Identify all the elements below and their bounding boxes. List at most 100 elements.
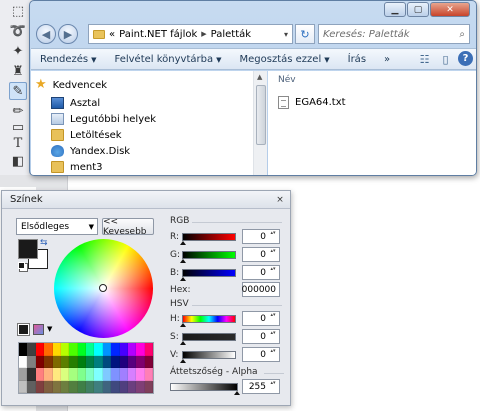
palette-swatch[interactable] [102, 343, 112, 356]
palette-swatch[interactable] [136, 380, 145, 393]
help-icon[interactable]: ? [458, 51, 473, 66]
scroll-up-icon[interactable]: ▲ [257, 73, 262, 81]
slider-handle[interactable] [180, 341, 186, 345]
palette-swatch[interactable] [19, 343, 28, 356]
alpha-input[interactable]: 255 [242, 379, 280, 394]
palette-swatch[interactable] [27, 355, 36, 368]
hue-slider[interactable] [180, 315, 236, 327]
palette-swatch[interactable] [94, 368, 103, 381]
palette-swatch[interactable] [102, 368, 112, 381]
palette-swatch[interactable] [19, 368, 28, 381]
blue-slider[interactable] [180, 269, 236, 281]
select-icon[interactable]: ⬚ [9, 2, 27, 20]
saturation-slider[interactable] [180, 333, 236, 345]
palette-swatch[interactable] [19, 380, 28, 393]
palette-swatch[interactable] [52, 343, 61, 356]
palette-swatch[interactable] [86, 355, 95, 368]
palette-swatch[interactable] [35, 380, 45, 393]
primary-secondary-select[interactable]: Elsődleges ▼ [16, 218, 98, 235]
nav-scrollbar[interactable]: ▲ [253, 71, 267, 175]
palette-swatch[interactable] [44, 343, 53, 356]
view-options-icon[interactable]: ☷ [416, 51, 433, 67]
primary-color-swatch[interactable] [18, 239, 38, 259]
stamp-icon[interactable]: ♜ [9, 62, 27, 80]
minimize-button[interactable]: ▁ [384, 2, 406, 17]
nav-item-recent-places[interactable]: Legutóbbi helyek [51, 111, 156, 127]
palette-swatch[interactable] [77, 355, 86, 368]
palette-swatch[interactable] [86, 368, 95, 381]
nav-item-downloads[interactable]: Letöltések [51, 127, 122, 143]
green-input[interactable]: 0 [242, 247, 280, 262]
include-in-library-menu[interactable]: Felvétel könyvtárba ▼ [106, 54, 231, 65]
palette-swatch[interactable] [144, 368, 153, 381]
palette-menu-icon[interactable] [33, 324, 44, 335]
address-bar[interactable]: « Paint.NET fájlok ▶ Paletták ▾ [88, 24, 293, 44]
colors-title-bar[interactable]: Színek × [2, 191, 290, 209]
palette-swatch[interactable] [94, 380, 103, 393]
brush-icon[interactable]: ✎ [9, 82, 27, 100]
palette-swatch[interactable] [119, 355, 128, 368]
lasso-icon[interactable]: ➰ [9, 22, 27, 40]
alpha-slider[interactable] [170, 383, 240, 395]
favorites-header[interactable]: ★ Kedvencek [35, 77, 107, 93]
search-icon[interactable]: ⌕ [459, 29, 465, 40]
forward-button[interactable]: ▶ [58, 24, 78, 44]
refresh-icon[interactable]: ↻ [295, 24, 315, 44]
slider-handle[interactable] [180, 259, 186, 263]
palette-swatch[interactable] [94, 355, 103, 368]
palette-add-icon[interactable] [18, 324, 29, 335]
shapes-icon[interactable]: ◧ [9, 152, 27, 170]
burn-button[interactable]: Írás [339, 54, 375, 65]
palette-swatch[interactable] [119, 368, 128, 381]
palette-swatch[interactable] [77, 343, 86, 356]
slider-handle[interactable] [180, 277, 186, 281]
palette-swatch[interactable] [111, 343, 120, 356]
value-slider[interactable] [180, 351, 236, 363]
close-button[interactable]: ✕ [430, 2, 470, 17]
organize-menu[interactable]: Rendezés ▼ [31, 54, 106, 65]
color-palette[interactable] [18, 342, 154, 394]
palette-swatch[interactable] [52, 368, 61, 381]
palette-swatch[interactable] [77, 380, 86, 393]
palette-swatch[interactable] [111, 355, 120, 368]
palette-swatch[interactable] [60, 355, 70, 368]
text-icon[interactable]: T [9, 134, 27, 152]
palette-swatch[interactable] [69, 355, 78, 368]
maximize-button[interactable]: ▢ [407, 2, 429, 17]
reset-colors-icon[interactable] [18, 262, 25, 269]
palette-swatch[interactable] [27, 380, 36, 393]
palette-swatch[interactable] [127, 343, 137, 356]
nav-item-yandex-disk[interactable]: Yandex.Disk [51, 143, 130, 159]
palette-swatch[interactable] [77, 368, 86, 381]
palette-swatch[interactable] [69, 368, 78, 381]
hex-input[interactable]: 000000 [242, 282, 280, 297]
palette-swatch[interactable] [86, 380, 95, 393]
palette-swatch[interactable] [136, 368, 145, 381]
palette-swatch[interactable] [69, 380, 78, 393]
palette-swatch[interactable] [127, 355, 137, 368]
palette-swatch[interactable] [111, 368, 120, 381]
breadcrumb-separator-icon[interactable]: ▶ [201, 30, 206, 38]
palette-swatch[interactable] [69, 343, 78, 356]
palette-swatch[interactable] [136, 343, 145, 356]
palette-swatch[interactable] [60, 368, 70, 381]
palette-swatch[interactable] [52, 355, 61, 368]
more-commands-button[interactable]: » [375, 54, 399, 65]
breadcrumb-current[interactable]: Paletták [211, 29, 251, 40]
red-slider[interactable] [180, 233, 236, 245]
palette-swatch[interactable] [127, 380, 137, 393]
palette-swatch[interactable] [102, 380, 112, 393]
blue-input[interactable]: 0 [242, 265, 280, 280]
palette-swatch[interactable] [35, 368, 45, 381]
scroll-thumb[interactable] [256, 85, 266, 145]
palette-swatch[interactable] [127, 368, 137, 381]
palette-swatch[interactable] [44, 368, 53, 381]
palette-swatch[interactable] [60, 343, 70, 356]
palette-swatch[interactable] [27, 343, 36, 356]
share-with-menu[interactable]: Megosztás ezzel ▼ [231, 54, 339, 65]
back-button[interactable]: ◀ [36, 24, 56, 44]
palette-swatch[interactable] [111, 380, 120, 393]
slider-handle[interactable] [180, 241, 186, 245]
less-button[interactable]: << Kevesebb [102, 217, 154, 237]
nav-item-desktop[interactable]: Asztal [51, 95, 100, 111]
